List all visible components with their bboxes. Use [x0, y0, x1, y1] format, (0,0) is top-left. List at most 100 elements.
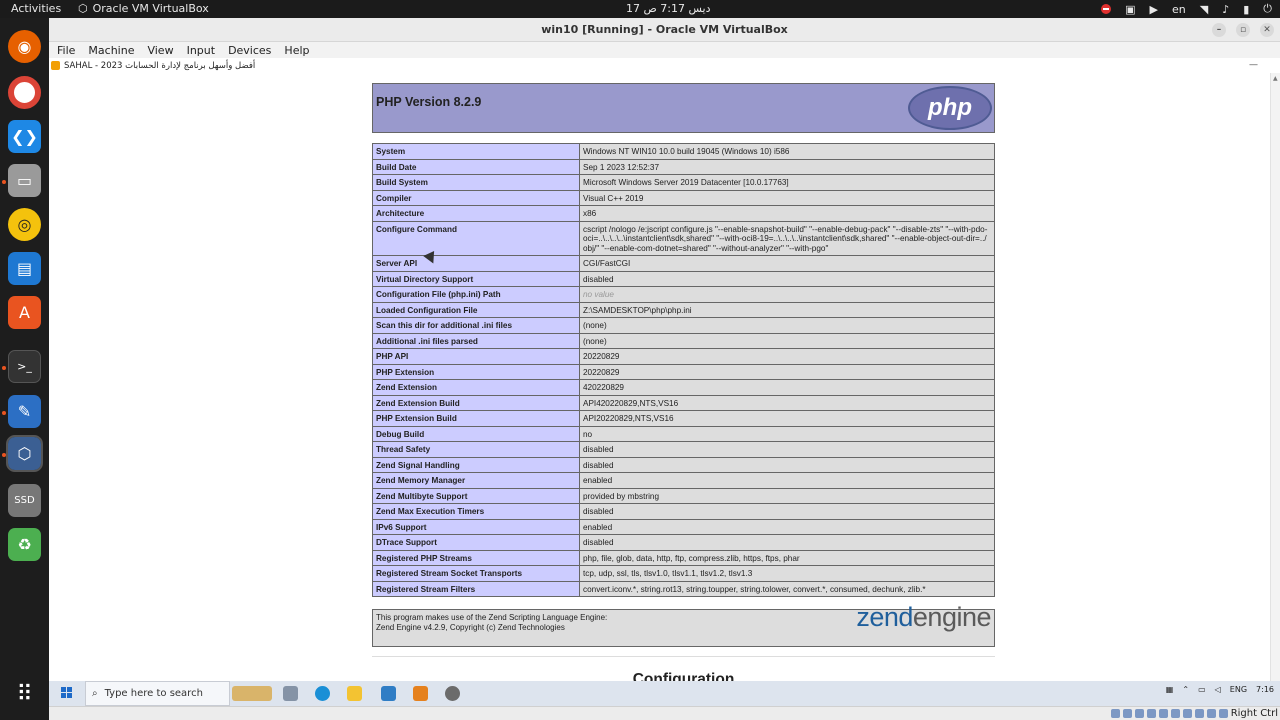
vscode-icon[interactable]: ❮❯: [8, 120, 41, 153]
virtualbox-window: win10 [Running] - Oracle VM VirtualBox –…: [49, 18, 1280, 720]
network-status-icon[interactable]: [1146, 709, 1156, 718]
network-icon[interactable]: ▭: [1198, 685, 1206, 694]
info-value: CGI/FastCGI: [579, 255, 995, 272]
cpu-icon[interactable]: [1206, 709, 1216, 718]
audio-icon[interactable]: [1134, 709, 1144, 718]
menu-file[interactable]: File: [57, 44, 75, 57]
task-view-icon[interactable]: [283, 686, 298, 701]
info-row: PHP API 20220829: [372, 348, 995, 365]
info-row: Registered Stream Filters convert.iconv.*…: [372, 580, 995, 597]
display-icon[interactable]: [1182, 709, 1192, 718]
menu-view[interactable]: View: [147, 44, 173, 57]
activities-button[interactable]: Activities: [11, 2, 61, 15]
virtualbox-icon[interactable]: ⬡: [6, 435, 43, 472]
close-button[interactable]: ✕: [1260, 23, 1274, 37]
info-row: Zend Extension 420220829: [372, 379, 995, 396]
info-row: Build Date Sep 1 2023 12:52:37: [372, 158, 995, 175]
usb-icon[interactable]: [1158, 709, 1168, 718]
wifi-icon[interactable]: ◥: [1200, 3, 1208, 16]
info-row: IPv6 Support enabled: [372, 518, 995, 535]
shared-folders-icon[interactable]: [1170, 709, 1180, 718]
recording-icon[interactable]: [1101, 4, 1112, 14]
maximize-button[interactable]: ▫: [1236, 23, 1250, 37]
window-titlebar[interactable]: win10 [Running] - Oracle VM VirtualBox –…: [49, 18, 1280, 42]
menu-machine[interactable]: Machine: [88, 44, 134, 57]
info-row: Configuration File (php.ini) Path no valu…: [372, 286, 995, 303]
rhythmbox-icon[interactable]: ◎: [8, 208, 41, 241]
camera-icon[interactable]: ▶: [1150, 3, 1158, 16]
guest-display[interactable]: SAHAL - 2023 أفضل وأسهل برنامج لإدارة ال…: [49, 58, 1280, 705]
info-key: Build System: [372, 174, 580, 191]
info-value: Microsoft Windows Server 2019 Datacenter…: [579, 174, 995, 191]
ssd-icon[interactable]: SSD: [8, 484, 41, 517]
trash-icon[interactable]: ♻: [8, 528, 41, 561]
minimize-button[interactable]: –: [1212, 23, 1226, 37]
menu-help[interactable]: Help: [284, 44, 309, 57]
files-icon[interactable]: ▭: [8, 164, 41, 197]
info-key: Virtual Directory Support: [372, 270, 580, 287]
edge-icon[interactable]: [315, 686, 330, 701]
system-tray[interactable]: ▣ ▶ en ◥ ♪ ▮ ⏻: [1101, 2, 1272, 16]
mail-icon[interactable]: [381, 686, 396, 701]
vertical-scrollbar[interactable]: ▲: [1270, 73, 1280, 703]
engine-logo-word: engine: [912, 602, 992, 632]
taskbar-time[interactable]: 7:16: [1256, 685, 1274, 694]
windows-start-icon[interactable]: [61, 687, 72, 698]
speaker-icon[interactable]: ◁: [1215, 685, 1221, 694]
info-key: Registered Stream Filters: [372, 580, 580, 597]
zend-engine-box: This program makes use of the Zend Scrip…: [372, 604, 995, 647]
info-key: Zend Max Execution Timers: [372, 503, 580, 520]
menu-devices[interactable]: Devices: [228, 44, 271, 57]
menu-input[interactable]: Input: [187, 44, 215, 57]
scroll-up-icon[interactable]: ▲: [1273, 75, 1278, 82]
window-title: win10 [Running] - Oracle VM VirtualBox: [541, 23, 788, 36]
mouse-integration-icon[interactable]: [1218, 709, 1228, 718]
store-icon[interactable]: [413, 686, 428, 701]
file-explorer-icon[interactable]: [347, 686, 362, 701]
info-key: Architecture: [372, 205, 580, 222]
app-grid-icon[interactable]: ⠿: [8, 678, 41, 711]
info-key: Scan this dir for additional .ini files: [372, 317, 580, 334]
info-row: Scan this dir for additional .ini files(…: [372, 317, 995, 334]
windows-taskbar: ⌕ Type here to search ▦ ⌃ ▭ ◁ ENG 7:16: [49, 681, 1280, 706]
info-value: cscript /nologo /e:jscript configure.js …: [579, 220, 995, 256]
app-menu[interactable]: ⬡ Oracle VM VirtualBox: [78, 2, 209, 15]
divider: [372, 656, 995, 657]
recording-status-icon[interactable]: [1194, 709, 1204, 718]
writer-icon[interactable]: ▤: [8, 252, 41, 285]
clock[interactable]: 17 ديس 7:17 ص: [626, 2, 710, 15]
guest-minimize-button[interactable]: —: [1249, 60, 1258, 70]
terminal-icon[interactable]: >_: [8, 350, 41, 383]
info-value: Sep 1 2023 12:52:37: [579, 158, 995, 175]
screenshare-icon[interactable]: ▣: [1125, 3, 1135, 16]
info-value: disabled: [579, 503, 995, 520]
battery-icon[interactable]: ▮: [1243, 3, 1249, 16]
php-version-title: PHP Version 8.2.9: [376, 95, 482, 109]
app-center-icon[interactable]: A: [8, 296, 41, 329]
info-row: Architecture x86: [372, 205, 995, 222]
chevron-up-icon[interactable]: ⌃: [1182, 685, 1189, 694]
settings-gear-icon[interactable]: [445, 686, 460, 701]
info-value: disabled: [579, 534, 995, 551]
firefox-icon[interactable]: ◉: [8, 30, 41, 63]
guest-window-titlebar[interactable]: SAHAL - 2023 أفضل وأسهل برنامج لإدارة ال…: [49, 58, 1280, 73]
keyboard-icon[interactable]: ▦: [1166, 685, 1174, 694]
news-widget-icon[interactable]: [232, 686, 272, 701]
power-icon[interactable]: ⏻: [1263, 2, 1272, 16]
taskbar-search-input[interactable]: ⌕ Type here to search: [85, 681, 230, 706]
info-value: 20220829: [579, 363, 995, 380]
info-key: DTrace Support: [372, 534, 580, 551]
zend-engine-logo: zendengine: [856, 604, 991, 631]
zend-logo-word: zend: [856, 602, 913, 632]
info-value: convert.iconv.*, string.rot13, string.to…: [579, 580, 995, 597]
chrome-icon[interactable]: [8, 76, 41, 109]
volume-icon[interactable]: ♪: [1222, 3, 1229, 16]
virtualbox-small-icon: ⬡: [78, 2, 88, 15]
taskbar-language[interactable]: ENG: [1230, 685, 1247, 694]
optical-drive-icon[interactable]: [1122, 709, 1132, 718]
text-editor-icon[interactable]: ✎: [8, 395, 41, 428]
info-row: Additional .ini files parsed (none): [372, 332, 995, 349]
hard-disk-icon[interactable]: [1110, 709, 1120, 718]
info-row: Registered Stream Socket Transports tcp, …: [372, 565, 995, 582]
keyboard-layout[interactable]: en: [1172, 3, 1186, 16]
